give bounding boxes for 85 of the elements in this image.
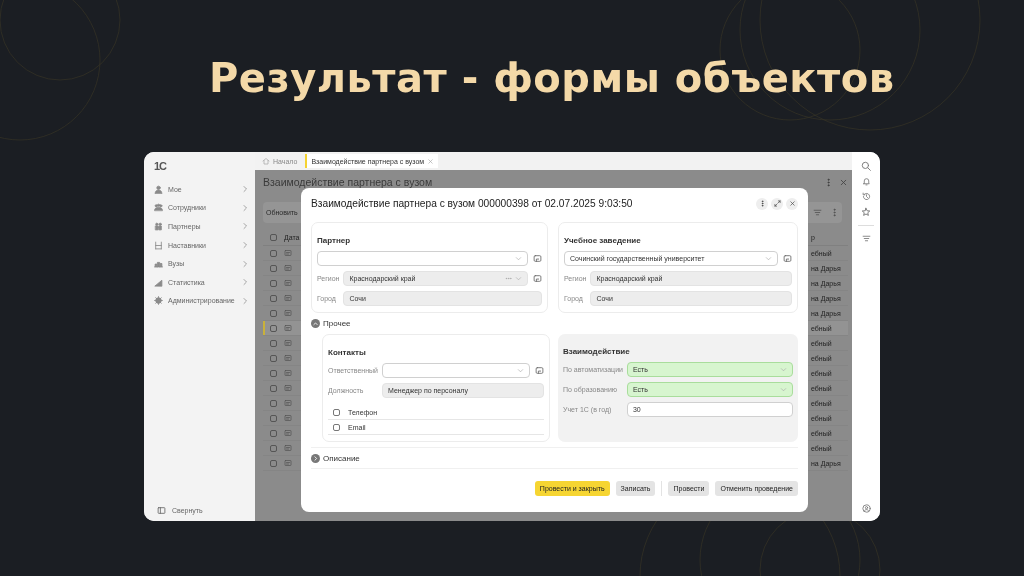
checkbox[interactable] [270,249,277,257]
checkbox[interactable] [270,339,277,347]
chevron-down-icon [780,366,787,373]
section-toggle[interactable]: Прочее [311,319,351,328]
dialog-title: Взаимодействие партнера с вузом 000000398 от 02.07.2025 9:03:50 [311,198,634,209]
open-icon [533,274,542,283]
close-icon [788,200,796,207]
checkbox[interactable] [270,324,277,332]
sidebar-icon-person [154,184,163,194]
bell-icon [861,177,871,186]
more-icon [758,200,766,207]
document-icon [284,429,292,437]
chevron-right-icon [241,222,249,231]
document-icon [284,369,292,377]
sidebar-icon-board [154,240,163,250]
dropdown-field[interactable] [317,251,528,266]
document-icon [284,339,292,347]
more-button[interactable] [756,197,768,210]
chevron-down-icon [515,275,522,282]
chevron-down-icon [765,255,772,262]
checkbox[interactable] [270,264,277,272]
more-icon [824,177,833,187]
sidebar-icon-pair [154,222,163,231]
document-icon [284,294,292,302]
checkbox[interactable] [333,423,340,431]
star-icon [861,207,871,217]
panel-icon [157,506,166,515]
document-icon [284,459,292,467]
checkbox[interactable] [270,234,277,241]
page-title: Взаимодействие партнера с вузом [263,176,434,188]
sidebar-icon-building [154,259,163,269]
filter-icon [813,208,822,217]
filter-icon [861,234,871,243]
checkbox[interactable] [270,459,277,467]
expand-button[interactable] [771,197,783,210]
checkbox[interactable] [270,444,277,452]
document-icon [284,444,292,452]
document-icon [284,249,292,257]
checkbox[interactable] [333,408,340,416]
checkbox[interactable] [270,309,277,317]
section-toggle[interactable]: Описание [311,454,360,463]
open-icon [783,254,792,263]
checkbox[interactable] [270,354,277,362]
group-title: Партнер [317,236,351,245]
close-icon [427,157,435,165]
home-icon [262,157,270,165]
document-icon [284,309,292,317]
search-icon [861,161,871,171]
document-icon [284,324,292,332]
checkbox[interactable] [270,279,277,287]
document-icon [284,354,292,362]
checkbox[interactable] [270,369,277,377]
chevron-down-icon [515,255,522,262]
chevron-down-icon [780,386,787,393]
checkbox[interactable] [270,399,277,407]
document-icon [284,264,292,272]
close-icon [839,177,848,187]
group-title: Учебное заведение [564,236,641,245]
expand-icon [773,200,781,207]
sidebar-icon-gear [154,296,163,306]
sidebar-icon-people [154,203,163,213]
expand-icon [311,454,320,463]
more-icon [830,208,839,217]
open-icon [535,366,544,375]
user-icon [861,504,871,513]
checkbox[interactable] [270,294,277,302]
logo: 1С [154,160,167,172]
open-icon [533,254,542,263]
document-icon [284,414,292,422]
document-icon [284,399,292,407]
sidebar-icon-chart [154,277,163,287]
close-button[interactable] [786,197,798,210]
document-icon [284,279,292,287]
ellipsis-icon [505,275,512,282]
collapse-icon [311,319,320,328]
group-title: Взаимодействие [563,347,630,356]
document-icon [284,384,292,392]
chevron-down-icon [517,367,524,374]
checkbox[interactable] [270,429,277,437]
dropdown-field[interactable] [382,363,530,378]
checkbox[interactable] [270,414,277,422]
slide-title: Результат - формы объектов [209,54,895,103]
checkbox[interactable] [270,384,277,392]
group-title: Контакты [328,348,366,357]
history-icon [861,192,871,201]
